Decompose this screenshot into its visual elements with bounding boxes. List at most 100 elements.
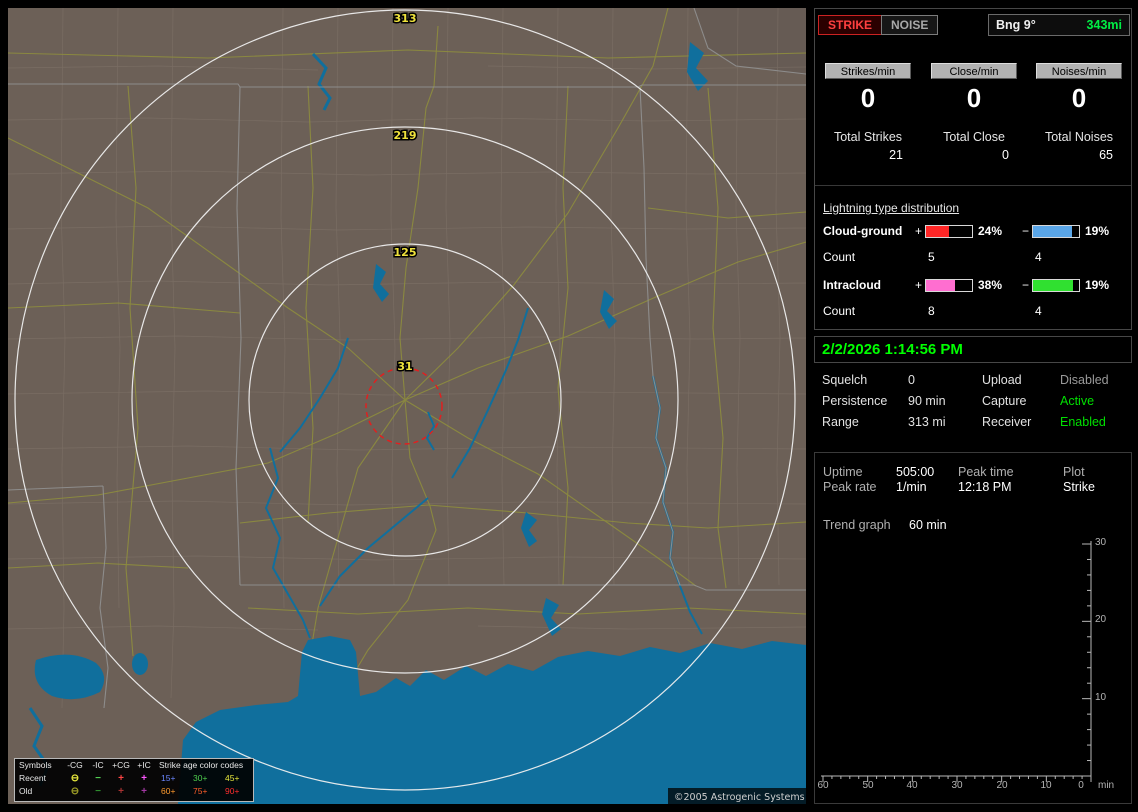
old-pos-cg-symbol: + xyxy=(118,786,124,797)
legend-age-header: Strike age color codes xyxy=(159,760,244,770)
bearing-value: Bng 9° xyxy=(996,18,1036,32)
age-60: 60+ xyxy=(161,786,176,796)
legend-col-pos-cg: +CG xyxy=(112,760,130,770)
intracloud-row: Intracloud + 38% − 19% xyxy=(815,277,1131,293)
x-tick-50: 50 xyxy=(862,780,874,791)
receiver-status: Enabled xyxy=(1060,415,1106,429)
squelch-label: Squelch xyxy=(822,373,868,387)
intracloud-label: Intracloud xyxy=(823,278,882,292)
age-15: 15+ xyxy=(161,773,176,783)
ic-pos-bar-fill xyxy=(926,280,955,291)
cloud-ground-count-row: Count 5 4 xyxy=(815,249,1131,265)
stats-panel: STRIKE NOISE Bng 9° 343mi Strikes/min Cl… xyxy=(814,8,1132,330)
plus-sign: + xyxy=(915,224,923,238)
cloud-ground-label: Cloud-ground xyxy=(823,224,903,238)
persistence-label: Persistence xyxy=(822,394,888,408)
ic-neg-bar xyxy=(1032,279,1080,292)
x-tick-20: 20 xyxy=(996,780,1008,791)
legend-recent-label: Recent xyxy=(19,773,46,783)
capture-label: Capture xyxy=(982,394,1027,408)
legend-symbols-header: Symbols xyxy=(19,760,52,770)
y-tick-30: 30 xyxy=(1095,537,1107,548)
cg-pos-bar-fill xyxy=(926,226,949,237)
old-neg-ic-symbol: − xyxy=(95,786,101,797)
minus-sign: − xyxy=(1022,224,1030,238)
x-tick-40: 40 xyxy=(906,780,918,791)
cg-neg-bar-fill xyxy=(1033,226,1073,237)
y-tick-10: 10 xyxy=(1095,692,1107,703)
total-noises-label: Total Noises xyxy=(1044,130,1114,144)
range-label: Range xyxy=(822,415,859,429)
trend-graph-canvas xyxy=(821,541,1092,782)
noises-per-min-chip: Noises/min xyxy=(1036,63,1122,79)
recent-neg-cg-symbol: ⊖ xyxy=(70,773,80,784)
legend-old-label: Old xyxy=(19,786,33,796)
settings-row: Squelch 0 Upload Disabled xyxy=(814,370,1132,391)
strikes-per-min-value: 0 xyxy=(860,83,876,113)
plot-value: Strike xyxy=(1063,480,1095,494)
legend-col-neg-ic: -IC xyxy=(92,760,104,770)
peak-time-value: 12:18 PM xyxy=(958,480,1012,494)
age-30: 30+ xyxy=(193,773,208,783)
status-row: Peak rate 1/min 12:18 PM Strike xyxy=(815,476,1131,499)
strikes-per-min-chip: Strikes/min xyxy=(825,63,911,79)
cg-pos-pct: 24% xyxy=(978,224,1003,238)
age-45: 45+ xyxy=(225,773,240,783)
persistence-value: 90 min xyxy=(908,394,946,408)
copyright-text: ©2005 Astrogenic Systems xyxy=(674,792,805,803)
bearing-readout: Bng 9° 343mi xyxy=(988,14,1130,36)
noise-toggle-button[interactable]: NOISE xyxy=(881,15,939,35)
cg-neg-pct: 19% xyxy=(1085,224,1110,238)
x-tick-30: 30 xyxy=(951,780,963,791)
cg-pos-count: 5 xyxy=(928,250,935,264)
x-axis-unit: min xyxy=(1098,780,1115,791)
y-tick-20: 20 xyxy=(1095,614,1107,625)
legend-col-pos-ic: +IC xyxy=(137,760,151,770)
plus-sign: + xyxy=(915,278,923,292)
cg-pos-bar xyxy=(925,225,973,238)
recent-pos-ic-symbol: + xyxy=(141,773,147,784)
range-ring-label-125: 125 xyxy=(394,246,417,259)
strike-legend: Symbols -CG -IC +CG +IC Strike age color… xyxy=(14,758,254,802)
x-tick-0: 0 xyxy=(1078,780,1084,791)
intracloud-count-row: Count 8 4 xyxy=(815,303,1131,319)
age-90: 90+ xyxy=(225,786,240,796)
ic-pos-pct: 38% xyxy=(978,278,1003,292)
close-per-min-value: 0 xyxy=(966,83,982,113)
total-strikes-label: Total Strikes xyxy=(833,130,903,144)
map-display: 313 219 125 31 ©2005 Astrogenic Systems … xyxy=(8,8,806,804)
range-ring-label-219: 219 xyxy=(394,129,417,142)
total-close-value: 0 xyxy=(1002,148,1009,162)
peak-rate-label: Peak rate xyxy=(823,480,877,494)
ic-neg-bar-fill xyxy=(1033,280,1074,291)
strike-toggle-button[interactable]: STRIKE xyxy=(818,15,883,35)
x-tick-60: 60 xyxy=(817,780,829,791)
age-75: 75+ xyxy=(193,786,208,796)
datetime-display: 2/2/2026 1:14:56 PM xyxy=(814,336,1132,363)
peak-rate-value: 1/min xyxy=(896,480,927,494)
divider xyxy=(815,185,1131,186)
ic-pos-count: 8 xyxy=(928,304,935,318)
bearing-distance: 343mi xyxy=(1086,18,1122,32)
ic-neg-pct: 19% xyxy=(1085,278,1110,292)
trend-panel: Uptime 505:00 Peak time Plot Peak rate 1… xyxy=(814,452,1132,804)
upload-label: Upload xyxy=(982,373,1022,387)
trend-graph: 30 20 10 60 50 40 30 20 10 0 min xyxy=(815,537,1131,801)
range-ring-label-313: 313 xyxy=(394,12,417,25)
squelch-value: 0 xyxy=(908,373,915,387)
recent-neg-ic-symbol: − xyxy=(95,773,101,784)
legend-col-neg-cg: -CG xyxy=(67,760,83,770)
x-tick-10: 10 xyxy=(1040,780,1052,791)
noises-per-min-value: 0 xyxy=(1071,83,1087,113)
count-label: Count xyxy=(823,250,856,264)
cg-neg-count: 4 xyxy=(1035,250,1042,264)
settings-row: Range 313 mi Receiver Enabled xyxy=(814,412,1132,433)
nexstorm-window: 313 219 125 31 ©2005 Astrogenic Systems … xyxy=(0,0,1138,812)
range-ring-label-31: 31 xyxy=(397,360,412,373)
cloud-ground-row: Cloud-ground + 24% − 19% xyxy=(815,223,1131,239)
total-close-label: Total Close xyxy=(943,130,1005,144)
settings-panel: Squelch 0 Upload Disabled Persistence 90… xyxy=(814,364,1132,436)
receiver-label: Receiver xyxy=(982,415,1032,429)
capture-status: Active xyxy=(1060,394,1095,408)
axis-ticks xyxy=(822,543,1092,782)
